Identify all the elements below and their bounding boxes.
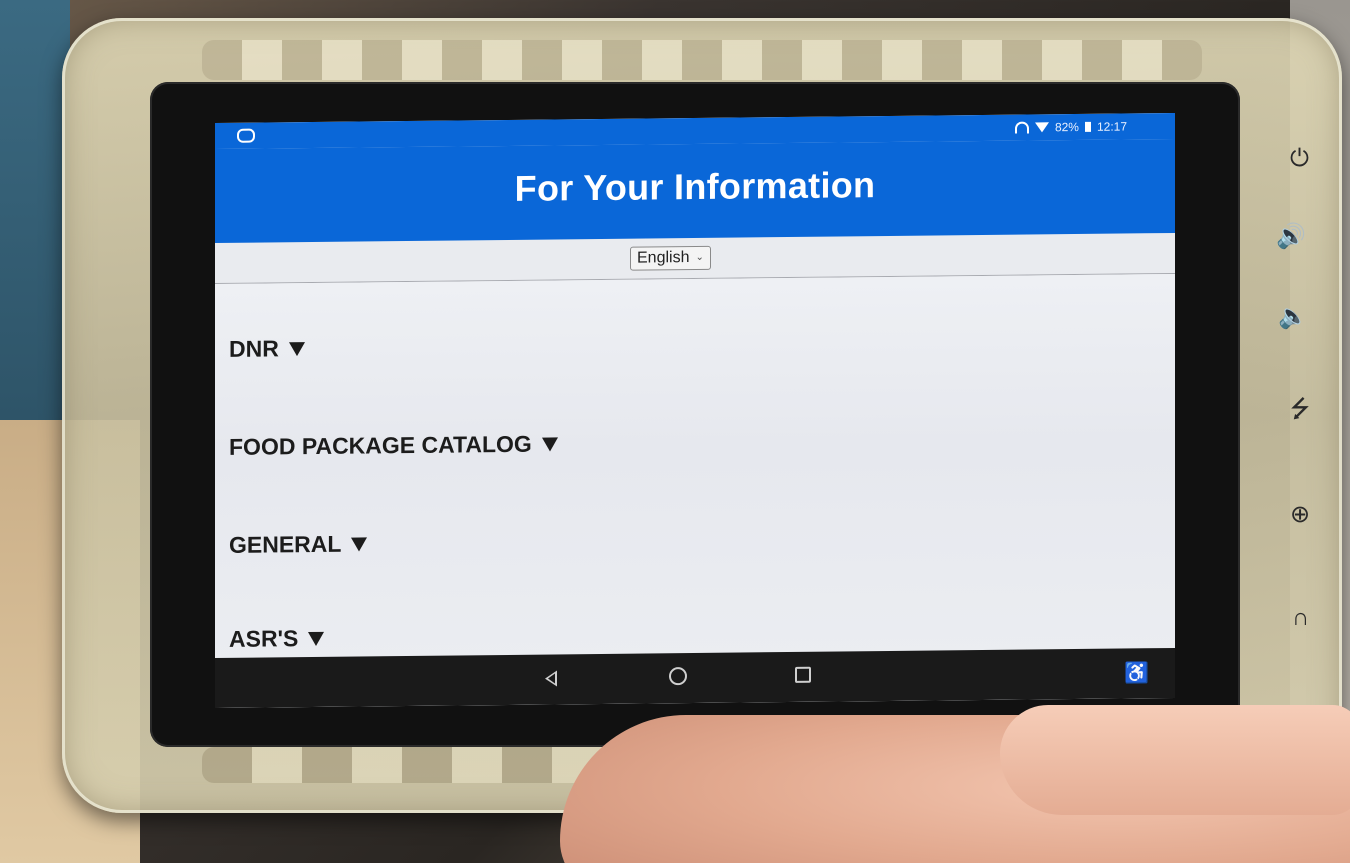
language-select[interactable]: English ⌄	[630, 245, 711, 271]
chevron-down-icon: ⌄	[695, 251, 704, 263]
status-right: 82% 12:17	[1014, 119, 1127, 135]
case-ridge-top	[202, 40, 1202, 80]
clock: 12:17	[1096, 119, 1127, 134]
section-asrs[interactable]: ASR'S	[229, 625, 325, 653]
tablet-screen: 82% 12:17 For Your Information English ⌄…	[215, 112, 1175, 709]
charge-icon: ⊕	[1290, 501, 1311, 528]
power-icon: ⏻	[1290, 145, 1309, 172]
section-general[interactable]: GENERAL	[229, 530, 368, 558]
background-wall	[0, 0, 70, 420]
back-icon[interactable]	[545, 670, 557, 687]
headphone-jack-icon: ∩	[1292, 604, 1310, 631]
accessibility-icon[interactable]: ♿	[1124, 660, 1149, 685]
sections-list: DNR FOOD PACKAGE CATALOG GENERAL ASR'S	[215, 273, 1175, 709]
section-label: DNR	[229, 335, 279, 362]
thumb	[1000, 705, 1350, 815]
section-label: FOOD PACKAGE CATALOG	[229, 430, 532, 460]
volume-down-icon: 🔈	[1278, 303, 1308, 330]
language-select-value: English	[637, 249, 690, 267]
page-title: For Your Information	[514, 164, 876, 209]
section-label: GENERAL	[229, 530, 342, 558]
headphone-icon	[1014, 121, 1029, 134]
expand-triangle-icon	[541, 436, 558, 452]
battery-icon	[1084, 121, 1091, 132]
sync-icon	[237, 128, 255, 143]
recents-icon[interactable]	[795, 666, 811, 683]
android-nav-bar: ♿	[215, 647, 1175, 709]
section-dnr[interactable]: DNR	[229, 335, 305, 363]
section-label: ASR'S	[229, 625, 299, 652]
usb-icon: ⭍	[1290, 396, 1310, 423]
expand-triangle-icon	[351, 536, 368, 552]
photo-scene: 82% 12:17 For Your Information English ⌄…	[0, 0, 1350, 863]
expand-triangle-icon	[308, 631, 325, 646]
section-food-package-catalog[interactable]: FOOD PACKAGE CATALOG	[229, 430, 558, 460]
volume-up-icon: 🔊	[1276, 223, 1306, 250]
expand-triangle-icon	[288, 341, 305, 356]
home-icon[interactable]	[669, 667, 687, 686]
battery-percent: 82%	[1054, 119, 1079, 135]
wifi-icon	[1034, 122, 1049, 133]
